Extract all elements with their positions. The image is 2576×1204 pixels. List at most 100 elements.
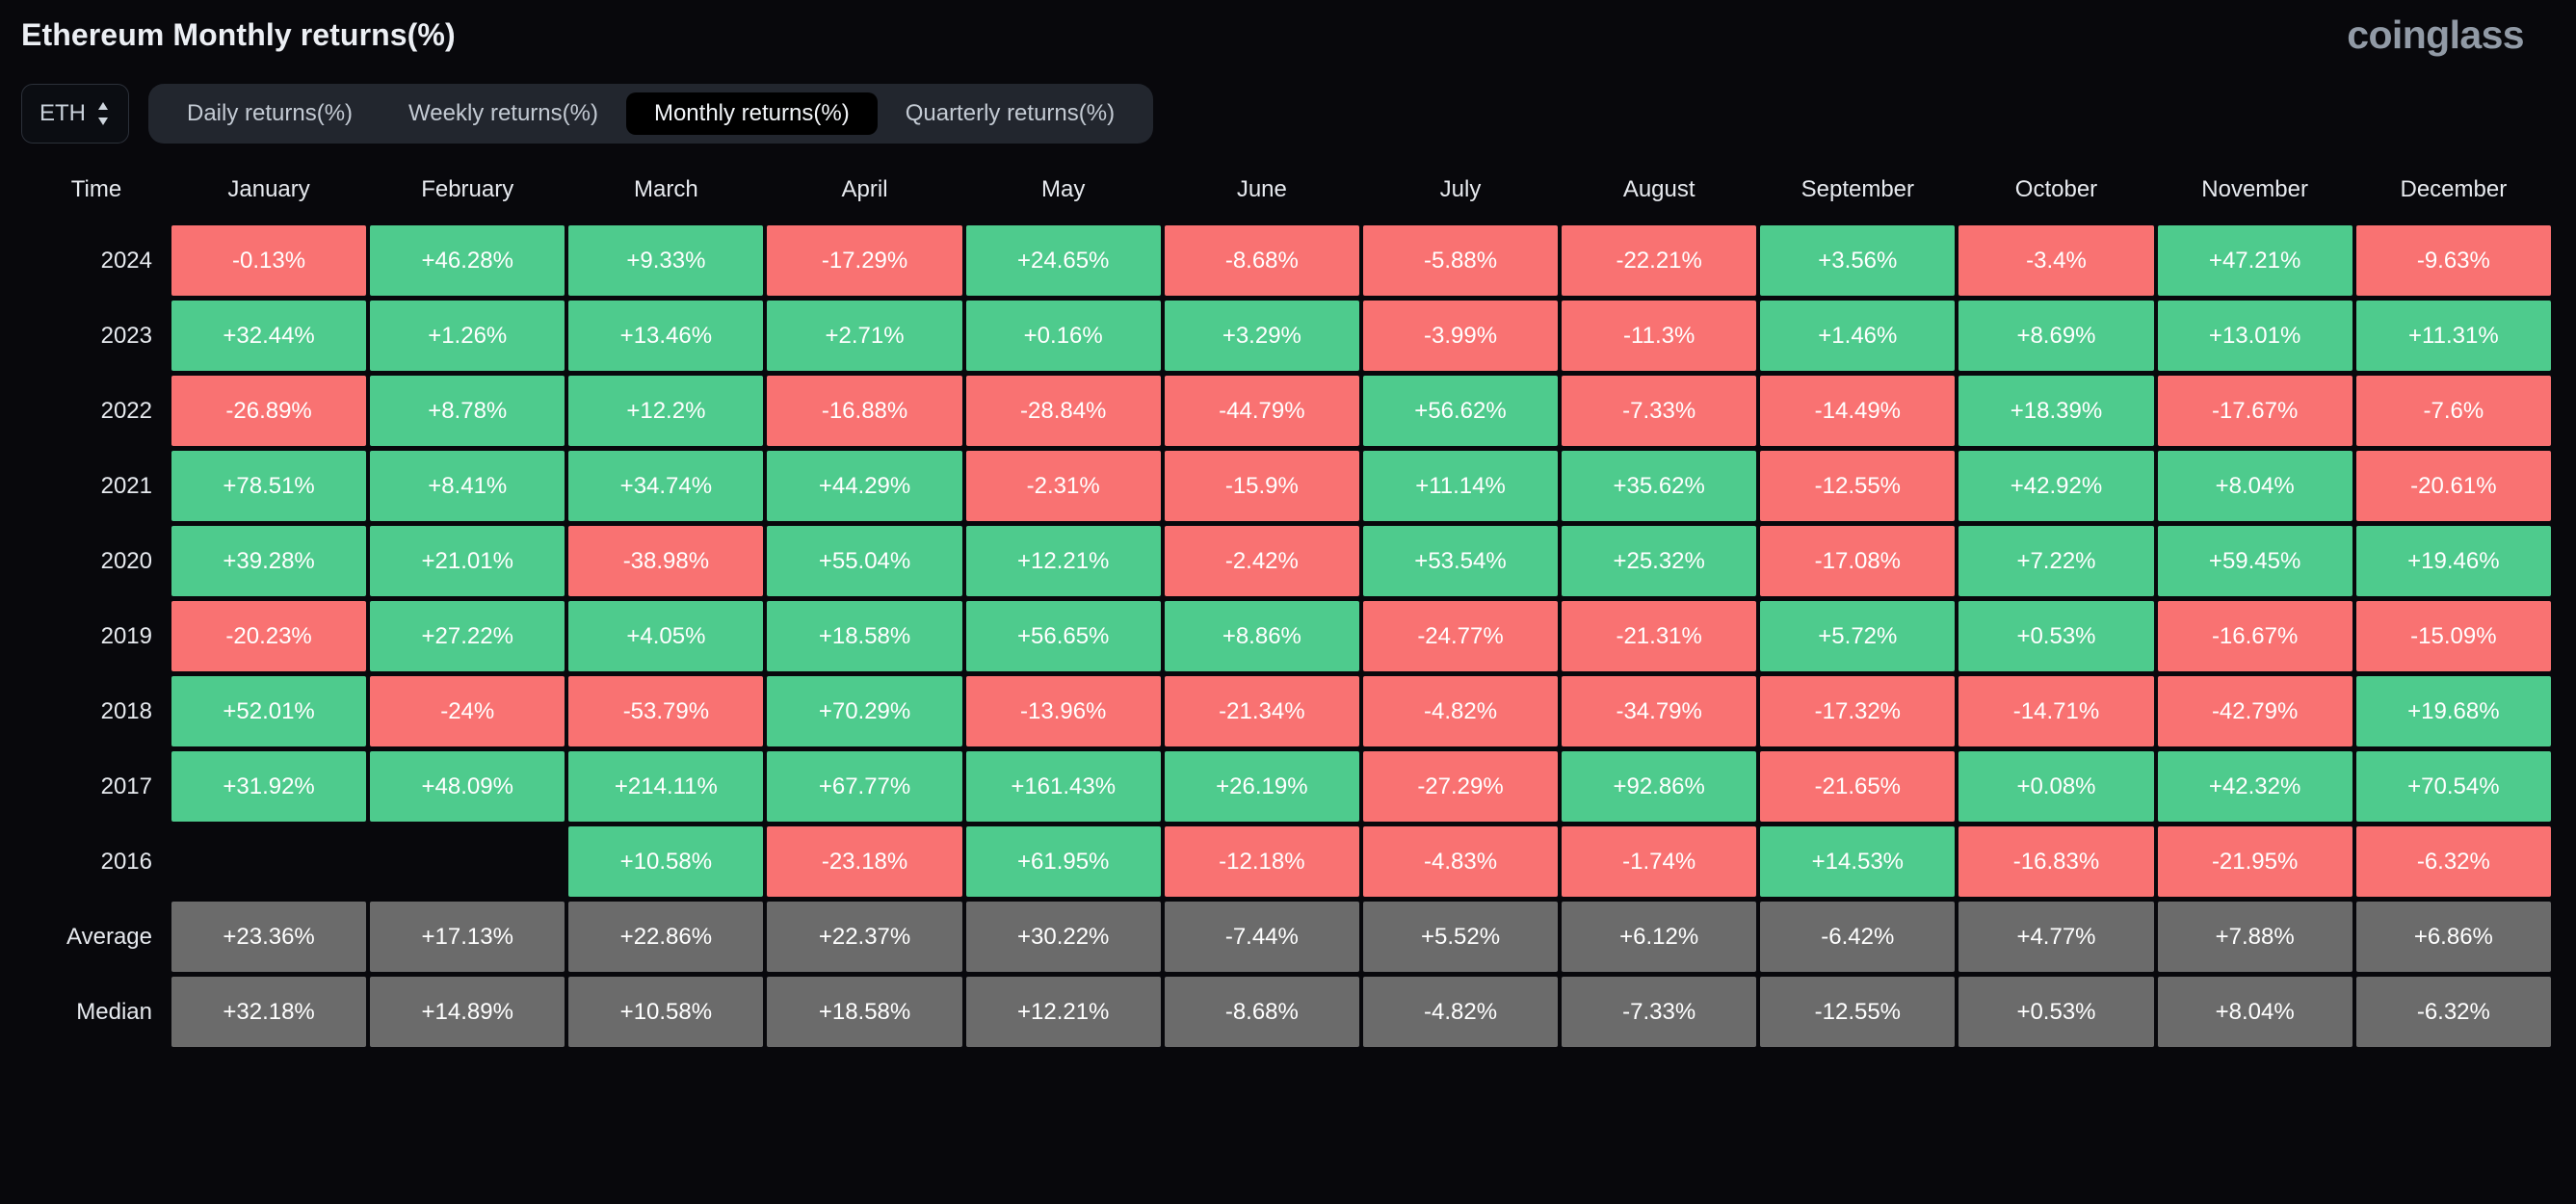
cell-2017-march: +214.11% bbox=[568, 751, 764, 822]
cell-average-april: +22.37% bbox=[767, 902, 962, 972]
row-label-2016: 2016 bbox=[100, 848, 152, 875]
cell-2020-march: -38.98% bbox=[568, 526, 764, 596]
table-row: 2018 +52.01% -24% -53.79% +70.29% -13.96% -21.… bbox=[25, 676, 2551, 746]
cell-median-november: +8.04% bbox=[2157, 977, 2353, 1047]
cell-2019-april: +18.58% bbox=[767, 601, 962, 671]
cell-2019-august: -21.31% bbox=[1562, 601, 1757, 671]
cell-median-june: -8.68% bbox=[1164, 977, 1359, 1047]
cell-2017-august: +92.86% bbox=[1562, 751, 1757, 822]
cell-2021-march: +34.74% bbox=[568, 451, 764, 521]
cell-2019-september: +5.72% bbox=[1760, 601, 1956, 671]
cell-2022-november: -17.67% bbox=[2157, 376, 2353, 446]
cell-2023-september: +1.46% bbox=[1760, 301, 1956, 371]
table-row: 2022 -26.89% +8.78% +12.2% -16.88% -28.84% -44… bbox=[25, 376, 2551, 446]
returns-table-head: Time January February March April May June July… bbox=[25, 163, 2551, 221]
cell-2024-october: -3.4% bbox=[1958, 225, 2154, 296]
cell-2021-august: +35.62% bbox=[1562, 451, 1757, 521]
cell-2019-october: +0.53% bbox=[1958, 601, 2154, 671]
row-label-median: Median bbox=[76, 998, 152, 1025]
asset-selector-value: ETH bbox=[39, 100, 86, 126]
cell-average-march: +22.86% bbox=[568, 902, 764, 972]
cell-2022-october: +18.39% bbox=[1958, 376, 2154, 446]
cell-2018-september: -17.32% bbox=[1760, 676, 1956, 746]
cell-2022-june: -44.79% bbox=[1164, 376, 1359, 446]
cell-median-may: +12.21% bbox=[965, 977, 1161, 1047]
column-header-january: January bbox=[227, 176, 310, 202]
cell-median-october: +0.53% bbox=[1958, 977, 2154, 1047]
tab-weekly-returns[interactable]: Weekly returns(%) bbox=[381, 92, 626, 135]
cell-2021-october: +42.92% bbox=[1958, 451, 2154, 521]
returns-table-body: 2024 -0.13% +46.28% +9.33% -17.29% +24.65% -8.… bbox=[25, 225, 2551, 1047]
cell-2023-june: +3.29% bbox=[1164, 301, 1359, 371]
table-row: 2020 +39.28% +21.01% -38.98% +55.04% +12.21% -… bbox=[25, 526, 2551, 596]
table-row: Average +23.36% +17.13% +22.86% +22.37% +30.2… bbox=[25, 902, 2551, 972]
cell-2021-may: -2.31% bbox=[965, 451, 1161, 521]
cell-2024-july: -5.88% bbox=[1362, 225, 1559, 296]
cell-2019-january: -20.23% bbox=[171, 601, 367, 671]
row-label-2023: 2023 bbox=[100, 322, 152, 349]
cell-2022-january: -26.89% bbox=[171, 376, 367, 446]
cell-2017-september: -21.65% bbox=[1760, 751, 1956, 822]
controls-bar: ETH Daily returns(%) Weekly returns(%) Mon… bbox=[21, 81, 2555, 146]
cell-2018-march: -53.79% bbox=[568, 676, 764, 746]
cell-2016-june: -12.18% bbox=[1164, 826, 1359, 897]
cell-2018-august: -34.79% bbox=[1562, 676, 1757, 746]
column-header-september: September bbox=[1801, 176, 1915, 202]
cell-median-march: +10.58% bbox=[568, 977, 764, 1047]
cell-2020-february: +21.01% bbox=[370, 526, 565, 596]
column-header-june: June bbox=[1236, 176, 1287, 202]
page-title: Ethereum Monthly returns(%) bbox=[21, 17, 456, 52]
cell-2021-september: -12.55% bbox=[1760, 451, 1956, 521]
cell-2020-january: +39.28% bbox=[171, 526, 367, 596]
row-label-2020: 2020 bbox=[100, 547, 152, 574]
cell-2018-december: +19.68% bbox=[2355, 676, 2551, 746]
asset-selector[interactable]: ETH bbox=[21, 84, 129, 144]
cell-average-august: +6.12% bbox=[1562, 902, 1757, 972]
cell-average-july: +5.52% bbox=[1362, 902, 1559, 972]
tab-quarterly-returns[interactable]: Quarterly returns(%) bbox=[878, 92, 1143, 135]
cell-2016-april: -23.18% bbox=[767, 826, 962, 897]
cell-2024-january: -0.13% bbox=[171, 225, 367, 296]
table-row: Median +32.18% +14.89% +10.58% +18.58% +12.21… bbox=[25, 977, 2551, 1047]
cell-2023-july: -3.99% bbox=[1362, 301, 1559, 371]
table-header-row: Time January February March April May June July… bbox=[25, 163, 2551, 221]
cell-2016-may: +61.95% bbox=[965, 826, 1161, 897]
cell-2017-december: +70.54% bbox=[2355, 751, 2551, 822]
cell-2021-december: -20.61% bbox=[2355, 451, 2551, 521]
column-header-march: March bbox=[634, 176, 698, 202]
cell-2020-november: +59.45% bbox=[2157, 526, 2353, 596]
cell-average-september: -6.42% bbox=[1760, 902, 1956, 972]
cell-2020-october: +7.22% bbox=[1958, 526, 2154, 596]
cell-average-november: +7.88% bbox=[2157, 902, 2353, 972]
table-row: 2017 +31.92% +48.09% +214.11% +67.77% +161.43… bbox=[25, 751, 2551, 822]
cell-2024-september: +3.56% bbox=[1760, 225, 1956, 296]
column-header-may: May bbox=[1041, 176, 1086, 202]
cell-2016-november: -21.95% bbox=[2157, 826, 2353, 897]
cell-2017-october: +0.08% bbox=[1958, 751, 2154, 822]
returns-page: Ethereum Monthly returns(%) coinglass ET… bbox=[0, 0, 2576, 1204]
cell-average-june: -7.44% bbox=[1164, 902, 1359, 972]
table-row: 2023 +32.44% +1.26% +13.46% +2.71% +0.16% +3.2… bbox=[25, 301, 2551, 371]
cell-2024-february: +46.28% bbox=[370, 225, 565, 296]
cell-2018-november: -42.79% bbox=[2157, 676, 2353, 746]
returns-table: Time January February March April May June July… bbox=[21, 158, 2555, 1052]
tab-daily-returns[interactable]: Daily returns(%) bbox=[159, 92, 381, 135]
returns-period-tabs: Daily returns(%) Weekly returns(%) Monthly… bbox=[148, 84, 1154, 144]
column-header-time: Time bbox=[70, 176, 122, 202]
cell-median-september: -12.55% bbox=[1760, 977, 1956, 1047]
cell-average-february: +17.13% bbox=[370, 902, 565, 972]
row-label-2024: 2024 bbox=[100, 247, 152, 274]
cell-2018-february: -24% bbox=[370, 676, 565, 746]
column-header-july: July bbox=[1439, 176, 1482, 202]
cell-median-february: +14.89% bbox=[370, 977, 565, 1047]
cell-2021-november: +8.04% bbox=[2157, 451, 2353, 521]
coinglass-logo: coinglass bbox=[2347, 13, 2524, 57]
cell-average-may: +30.22% bbox=[965, 902, 1161, 972]
cell-2018-july: -4.82% bbox=[1362, 676, 1559, 746]
cell-2016-march: +10.58% bbox=[568, 826, 764, 897]
row-label-2021: 2021 bbox=[100, 472, 152, 499]
returns-table-wrap: Time January February March April May June July… bbox=[21, 158, 2555, 1052]
row-label-2018: 2018 bbox=[100, 697, 152, 724]
cell-2022-december: -7.6% bbox=[2355, 376, 2551, 446]
tab-monthly-returns[interactable]: Monthly returns(%) bbox=[625, 92, 878, 135]
